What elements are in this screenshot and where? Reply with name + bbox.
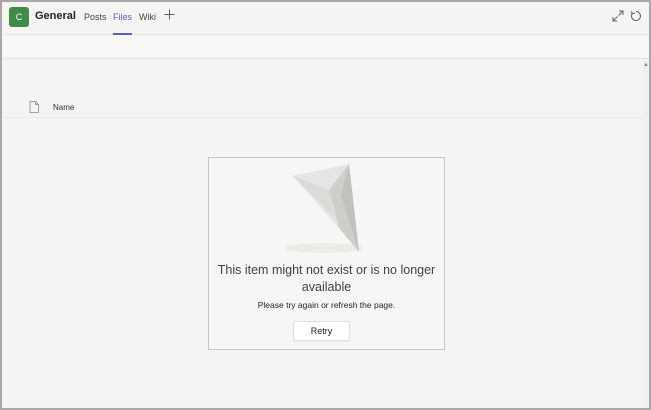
tab-wiki[interactable]: Wiki <box>139 12 156 35</box>
add-tab-button[interactable] <box>164 9 175 22</box>
file-list-header: Name <box>2 96 642 118</box>
retry-button[interactable]: Retry <box>293 321 350 341</box>
tab-files[interactable]: Files <box>113 12 133 35</box>
files-toolbar <box>2 36 649 59</box>
teams-channel-window: C General Posts Files Wiki Name ▲ This i… <box>0 0 651 410</box>
scroll-up-arrow-icon[interactable]: ▲ <box>643 62 649 68</box>
team-avatar[interactable]: C <box>9 7 29 27</box>
expand-icon <box>612 10 624 22</box>
tab-posts[interactable]: Posts <box>84 12 107 35</box>
channel-title: General <box>35 10 76 22</box>
refresh-icon <box>631 10 641 21</box>
column-header-name[interactable]: Name <box>53 103 74 112</box>
vertical-scrollbar[interactable]: ▲ <box>643 60 649 408</box>
document-icon <box>29 101 39 113</box>
plus-icon <box>164 9 175 20</box>
error-message-card: This item might not exist or is no longe… <box>208 157 445 350</box>
error-title: This item might not exist or is no longe… <box>217 263 436 294</box>
expand-button[interactable] <box>611 9 625 23</box>
refresh-button[interactable] <box>629 9 643 23</box>
paper-plane-illustration <box>286 164 362 253</box>
error-subtitle: Please try again or refresh the page. <box>257 300 396 310</box>
channel-header: C General Posts Files Wiki <box>2 2 649 35</box>
